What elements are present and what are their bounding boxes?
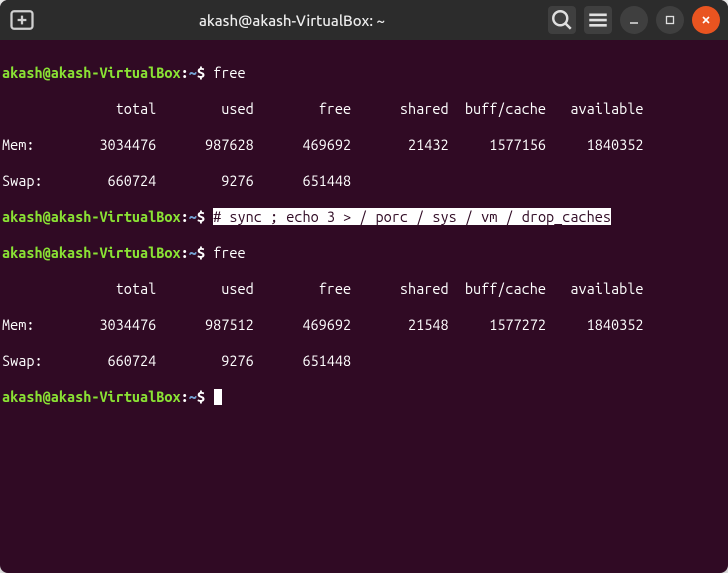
prompt-user-host: akash@akash-VirtualBox: [2, 64, 181, 81]
prompt-sigil: $: [197, 64, 205, 81]
prompt-sigil: $: [197, 244, 205, 261]
titlebar-right: [548, 6, 720, 34]
minimize-icon: [628, 14, 640, 26]
new-tab-button[interactable]: [8, 6, 36, 34]
prompt-sep: :: [181, 388, 189, 405]
minimize-button[interactable]: [620, 6, 648, 34]
prompt-user-host: akash@akash-VirtualBox: [2, 244, 181, 261]
prompt-path: ~: [189, 208, 197, 225]
close-icon: [700, 14, 712, 26]
search-button[interactable]: [548, 6, 576, 34]
prompt-sep: :: [181, 208, 189, 225]
output-header: total used free shared buff/cache availa…: [2, 280, 726, 298]
hamburger-icon: [584, 6, 612, 34]
new-tab-icon: [8, 6, 36, 34]
titlebar: akash@akash-VirtualBox: ~: [0, 0, 728, 40]
prompt-path: ~: [189, 64, 197, 81]
output-swap-row: Swap: 660724 9276 651448: [2, 172, 726, 190]
prompt-line: akash@akash-VirtualBox:~$ free: [2, 64, 726, 82]
output-swap-row: Swap: 660724 9276 651448: [2, 352, 726, 370]
prompt-line: akash@akash-VirtualBox:~$ # sync ; echo …: [2, 208, 726, 226]
output-header: total used free shared buff/cache availa…: [2, 100, 726, 118]
prompt-path: ~: [189, 388, 197, 405]
prompt-path: ~: [189, 244, 197, 261]
window-title: akash@akash-VirtualBox: ~: [42, 12, 542, 29]
cursor: [214, 389, 222, 405]
maximize-icon: [664, 14, 676, 26]
prompt-sigil: $: [197, 388, 205, 405]
highlighted-command: # sync ; echo 3 > / porc / sys / vm / dr…: [213, 208, 611, 225]
maximize-button[interactable]: [656, 6, 684, 34]
search-icon: [548, 6, 576, 34]
prompt-line: akash@akash-VirtualBox:~$: [2, 388, 726, 406]
command-text: free: [213, 244, 245, 261]
command-text: free: [213, 64, 245, 81]
terminal-window: akash@akash-VirtualBox: ~: [0, 0, 728, 573]
close-button[interactable]: [692, 6, 720, 34]
prompt-sigil: $: [197, 208, 205, 225]
terminal-body[interactable]: akash@akash-VirtualBox:~$ free total use…: [0, 40, 728, 448]
prompt-sep: :: [181, 64, 189, 81]
output-mem-row: Mem: 3034476 987628 469692 21432 1577156…: [2, 136, 726, 154]
titlebar-left: [8, 6, 36, 34]
output-mem-row: Mem: 3034476 987512 469692 21548 1577272…: [2, 316, 726, 334]
prompt-user-host: akash@akash-VirtualBox: [2, 208, 181, 225]
prompt-line: akash@akash-VirtualBox:~$ free: [2, 244, 726, 262]
prompt-user-host: akash@akash-VirtualBox: [2, 388, 181, 405]
menu-button[interactable]: [584, 6, 612, 34]
prompt-sep: :: [181, 244, 189, 261]
